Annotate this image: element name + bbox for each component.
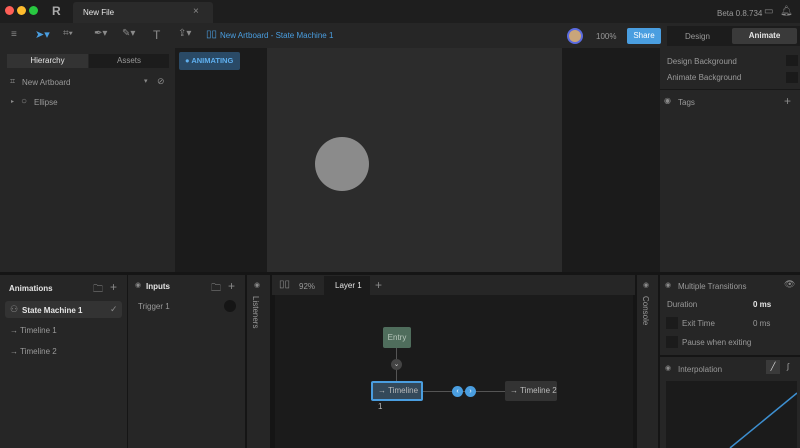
timeline-2-node[interactable]: → Timeline 2 bbox=[505, 381, 557, 401]
exit-time-checkbox[interactable] bbox=[666, 317, 678, 329]
exit-time-value[interactable]: 0 ms bbox=[753, 319, 770, 328]
artboard-canvas[interactable] bbox=[267, 48, 562, 272]
trigger-button[interactable] bbox=[224, 300, 236, 312]
pen-tool-icon[interactable]: ✒▾ bbox=[94, 28, 107, 39]
tags-label: Tags bbox=[678, 98, 695, 107]
close-tab-icon[interactable]: × bbox=[193, 6, 199, 17]
maximize-window-button[interactable] bbox=[29, 6, 38, 15]
collapse-icon[interactable]: ◉ bbox=[254, 281, 260, 289]
file-tab-title: New File bbox=[83, 8, 115, 17]
tab-layer-1[interactable]: Layer 1 bbox=[324, 276, 370, 295]
listeners-label: Listeners bbox=[251, 296, 260, 329]
folder-icon[interactable]: 🗀︎ bbox=[211, 281, 221, 298]
animate-mode-tab[interactable]: Animate bbox=[732, 28, 797, 44]
design-background-swatch[interactable] bbox=[786, 55, 798, 66]
timeline-1-node[interactable]: → Timeline 1 bbox=[371, 381, 423, 411]
add-layer-icon[interactable]: + bbox=[375, 278, 382, 292]
animation-label: State Machine 1 bbox=[22, 306, 83, 315]
pause-checkbox[interactable] bbox=[666, 336, 678, 348]
duration-label: Duration bbox=[667, 300, 698, 309]
interpolation-label: Interpolation bbox=[678, 365, 723, 374]
stage-left bbox=[175, 48, 267, 272]
divider bbox=[660, 89, 800, 90]
animate-background-label: Animate Background bbox=[667, 73, 742, 82]
exit-time-label: Exit Time bbox=[682, 319, 715, 328]
inputs-title: Inputs bbox=[146, 282, 170, 291]
visibility-eye-icon[interactable]: 👁︎ bbox=[784, 279, 795, 290]
cubic-interpolation-button[interactable]: ∫ bbox=[781, 360, 795, 374]
shape-tool-icon[interactable]: ✎▾ bbox=[122, 28, 135, 39]
animating-badge[interactable]: ● ANIMATING bbox=[179, 52, 240, 70]
artboard-item[interactable]: New Artboard bbox=[22, 78, 70, 87]
ellipse-shape[interactable] bbox=[315, 137, 369, 191]
state-machine-icon: ⚇ bbox=[10, 304, 19, 314]
transition-back-icon[interactable]: ‹ bbox=[452, 386, 463, 397]
tab-hierarchy[interactable]: Hierarchy bbox=[7, 54, 88, 68]
layers-toggle-icon[interactable]: ▯▯ bbox=[279, 279, 290, 290]
chevron-down-icon[interactable]: ▾ bbox=[144, 77, 148, 85]
collapse-icon[interactable]: ◉ bbox=[664, 96, 671, 105]
transition-forward-icon[interactable]: › bbox=[465, 386, 476, 397]
transition-arrow-icon[interactable]: ⌄ bbox=[391, 359, 402, 370]
check-icon: ✓ bbox=[110, 304, 118, 314]
list-item-timeline[interactable]: → Timeline 1 bbox=[10, 326, 57, 335]
interpolation-curve-graph bbox=[666, 381, 797, 448]
rive-logo-icon[interactable]: R bbox=[52, 4, 61, 18]
menu-icon[interactable]: ≡ bbox=[11, 29, 17, 40]
stage-right bbox=[562, 48, 660, 272]
collapse-icon[interactable]: ◉ bbox=[643, 281, 649, 289]
input-item[interactable]: Trigger 1 bbox=[138, 302, 170, 311]
state-machine-graph[interactable] bbox=[275, 295, 633, 448]
feedback-icon[interactable]: ▭ bbox=[764, 6, 773, 17]
transition-title: Multiple Transitions bbox=[678, 282, 747, 291]
select-tool-icon[interactable]: ➤▾ bbox=[35, 28, 50, 41]
add-tag-icon[interactable]: + bbox=[784, 94, 791, 108]
artboard-icon: ⌗ bbox=[10, 76, 16, 86]
notifications-bell-icon[interactable]: 🔔︎ bbox=[780, 6, 793, 17]
export-icon[interactable]: ⇪▾ bbox=[178, 28, 191, 39]
add-input-icon[interactable]: + bbox=[228, 279, 235, 293]
animating-label: ANIMATING bbox=[191, 56, 234, 65]
breadcrumb[interactable]: New Artboard - State Machine 1 bbox=[220, 31, 333, 40]
artboard-tool-icon[interactable]: ⌗▾ bbox=[63, 28, 73, 39]
pause-label: Pause when exiting bbox=[682, 338, 752, 347]
add-animation-icon[interactable]: + bbox=[110, 280, 117, 294]
animate-background-swatch[interactable] bbox=[786, 72, 798, 83]
animation-label: Timeline 2 bbox=[20, 347, 57, 356]
connector-line bbox=[423, 391, 505, 392]
tag-icon[interactable]: ⊘ bbox=[157, 76, 165, 87]
close-window-button[interactable] bbox=[5, 6, 14, 15]
zoom-dropdown[interactable]: 100% bbox=[596, 32, 616, 41]
ellipse-icon: ○ bbox=[21, 96, 28, 107]
collapse-icon[interactable]: ◉ bbox=[135, 281, 141, 289]
animation-label: Timeline 1 bbox=[20, 326, 57, 335]
file-tab[interactable]: New File × bbox=[73, 2, 213, 23]
linear-interpolation-button[interactable]: ╱ bbox=[766, 360, 780, 374]
artboard-icon: ▯▯ bbox=[206, 29, 218, 40]
design-background-label: Design Background bbox=[667, 57, 737, 66]
minimize-window-button[interactable] bbox=[17, 6, 26, 15]
design-mode-tab[interactable]: Design bbox=[685, 32, 710, 41]
entry-node[interactable]: Entry bbox=[383, 327, 411, 348]
expand-icon[interactable]: ▸ bbox=[11, 98, 14, 105]
share-button[interactable]: Share bbox=[627, 28, 661, 44]
animations-title: Animations bbox=[9, 284, 53, 293]
collapse-icon[interactable]: ◉ bbox=[665, 281, 671, 289]
tab-assets[interactable]: Assets bbox=[89, 54, 169, 68]
graph-zoom[interactable]: 92% bbox=[299, 282, 315, 291]
ellipse-item[interactable]: Ellipse bbox=[34, 98, 58, 107]
duration-value[interactable]: 0 ms bbox=[753, 300, 771, 309]
version-label: Beta 0.8.734 bbox=[717, 9, 763, 18]
console-label: Console bbox=[641, 296, 650, 326]
collapse-icon[interactable]: ◉ bbox=[665, 364, 671, 372]
user-avatar[interactable] bbox=[567, 28, 583, 44]
node-label: Timeline 2 bbox=[520, 386, 557, 395]
text-tool-icon[interactable]: T bbox=[153, 28, 160, 42]
list-item-timeline[interactable]: → Timeline 2 bbox=[10, 347, 57, 356]
folder-icon[interactable]: 🗀︎ bbox=[93, 282, 103, 299]
